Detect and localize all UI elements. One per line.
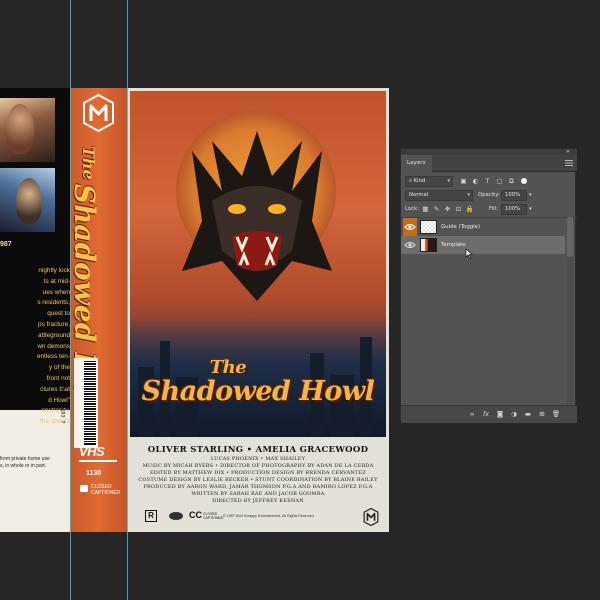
synopsis-line: y of the	[49, 364, 70, 372]
front-title: The Shadowed Howl	[127, 357, 389, 408]
fx-icon[interactable]: fx	[481, 409, 491, 419]
group-icon[interactable]: ▬	[523, 409, 533, 419]
cc-badge-label: CLOSED CAPTIONED	[203, 512, 224, 520]
lock-image-icon[interactable]: ✎	[432, 205, 441, 214]
rating-badge: R	[145, 510, 157, 522]
synopsis-line: entless ten-	[36, 353, 70, 361]
guide-line-left[interactable]	[70, 0, 71, 600]
ratings-row: R CC CLOSED CAPTIONED © 1987 Wolf Scrapp…	[145, 510, 370, 524]
fill-field[interactable]: 100%	[501, 204, 527, 215]
synopsis-line: quest to	[47, 310, 70, 318]
tab-layers[interactable]: Layers	[401, 155, 432, 172]
back-still-image-1	[0, 98, 55, 162]
filter-adjustment-icon[interactable]: ◐	[471, 177, 480, 186]
synopsis-line: s residents,	[37, 299, 70, 307]
mouse-cursor-icon	[465, 248, 473, 260]
lock-artboard-icon[interactable]: ⊡	[454, 205, 463, 214]
credit-line: EDITED BY MATTHEW DIX • PRODUCTION DESIG…	[149, 470, 367, 476]
blend-row: Normal ▾ Opacity: 100% ▾	[405, 190, 573, 202]
closed-caption-icon	[80, 485, 88, 492]
credit-line: DIRECTED BY JEFFREY KEENAN	[212, 498, 304, 504]
synopsis-line: attleground	[38, 331, 70, 339]
credit-line: COSTUME DESIGN BY LESLIE BECKER • STUNT …	[138, 477, 378, 483]
opacity-dropdown-icon[interactable]: ▾	[529, 190, 532, 201]
trash-icon[interactable]: 🗑	[551, 409, 561, 419]
synopsis-line: wn demons	[37, 342, 70, 350]
back-still-image-2	[0, 168, 55, 232]
mask-icon[interactable]: ◙	[495, 409, 505, 419]
panel-tab-bar: Layers	[401, 155, 577, 172]
closed-caption-label: CLOSED CAPTIONED	[91, 484, 121, 496]
spine: TheShadowed Howl 0 85391 15193 7 VHS 113…	[60, 88, 127, 532]
credit-block: LUCAS PHOENIX • MAX SHAILEY MUSIC BY MIC…	[127, 456, 389, 505]
opacity-label: Opacity:	[478, 192, 500, 198]
studio-logo-icon	[83, 94, 114, 132]
vhs-underline	[79, 460, 117, 462]
werewolf-illustration	[182, 131, 332, 301]
lock-position-icon[interactable]: ✥	[443, 205, 452, 214]
legal-line: s, in whole or in part.	[0, 463, 47, 469]
layer-row-guide[interactable]: Guide (Toggle)	[401, 218, 565, 236]
adjustment-icon[interactable]: ◑	[509, 409, 519, 419]
back-year: 987	[0, 241, 12, 248]
studio-logo-small-icon	[363, 508, 379, 526]
link-layers-icon[interactable]: ∞	[467, 409, 477, 419]
layer-name-template[interactable]: Template	[441, 236, 466, 254]
catalog-number: 1130	[86, 470, 102, 477]
guide-line-right[interactable]	[127, 0, 128, 600]
lock-label: Lock:	[405, 206, 419, 212]
credit-line: WRITTEN BY SARAH RAE AND JACOB GOOMBA	[191, 491, 325, 497]
credit-line: MUSIC BY MICAH BYERS • DIRECTOR OF PHOTO…	[142, 463, 374, 469]
scrollbar-thumb[interactable]	[567, 217, 573, 257]
legal-line: from private home use	[0, 456, 50, 462]
filter-pixel-icon[interactable]: ▣	[459, 177, 468, 186]
layer-name-guide[interactable]: Guide (Toggle)	[441, 218, 480, 236]
visibility-eye-icon[interactable]	[404, 239, 416, 251]
filter-type-icon[interactable]: T	[483, 177, 492, 186]
layer-thumbnail-guide	[420, 220, 437, 234]
panel-collapse-icon[interactable]: »	[566, 148, 570, 155]
spine-title-the: The	[79, 146, 98, 180]
lock-transparent-icon[interactable]: ▦	[421, 205, 430, 214]
panel-bottom-toolbar: ∞ fx ◙ ◑ ▬ ⊞ 🗑	[401, 405, 577, 423]
layer-row-template[interactable]: Template	[401, 236, 565, 254]
filter-kind-select[interactable]: ⌕ Kind ▾	[405, 176, 453, 187]
synopsis-line: ts at mid-	[43, 277, 70, 285]
filter-toggle-icon[interactable]	[521, 178, 527, 184]
synopsis-line: nightly lock	[38, 267, 70, 274]
cast-line-2: LUCAS PHOENIX • MAX SHAILEY	[210, 456, 306, 462]
blend-mode-select[interactable]: Normal ▾	[405, 190, 473, 201]
cast-line: OLIVER STARLING • AMELIA GRACEWOOD	[147, 445, 369, 455]
panel-menu-icon[interactable]	[565, 160, 573, 166]
fill-dropdown-icon[interactable]: ▾	[529, 204, 532, 215]
back-cover: 987 nightly lock ts at mid-ues when s resi…	[0, 88, 70, 532]
front-cover: The Shadowed Howl OLIVER STARLING • AMEL…	[127, 88, 389, 532]
credit-line: PRODUCED BY AARON WARD, JAMAR THOMSON P.…	[143, 484, 373, 490]
lock-all-icon[interactable]: 🔒	[465, 205, 474, 214]
front-title-main: Shadowed Howl	[141, 376, 375, 407]
copyright-notice: © 1987 Wolf Scrappy Entertainment. All R…	[223, 514, 315, 518]
cc-badge: CC	[189, 510, 202, 520]
synopsis-line: ues when	[42, 288, 70, 296]
synopsis-line: ps fracture,	[38, 320, 70, 328]
back-legal-text: from private home use s, in whole or in p…	[0, 456, 70, 470]
barcode: 0 85391 15193 7	[60, 358, 98, 448]
filter-shape-icon[interactable]: ▢	[495, 177, 504, 186]
front-title-the: The	[209, 357, 247, 378]
vhs-logo: VHS	[79, 444, 105, 459]
layers-panel[interactable]: » Layers ⌕ Kind ▾ ▣ ◐ T ▢ ⧉ Normal ▾ Opaci…	[400, 148, 577, 423]
layer-thumbnail-template	[420, 238, 437, 252]
dolby-logo-icon	[169, 512, 183, 520]
filter-smart-object-icon[interactable]: ⧉	[507, 177, 516, 186]
new-layer-icon[interactable]: ⊞	[537, 409, 547, 419]
filter-row: ⌕ Kind ▾ ▣ ◐ T ▢ ⧉	[405, 176, 573, 188]
lock-row: Lock: ▦ ✎ ✥ ⊡ 🔒 Fill: 100% ▾	[405, 204, 573, 216]
fill-label: Fill:	[489, 206, 498, 212]
opacity-field[interactable]: 100%	[501, 190, 527, 201]
visibility-eye-icon[interactable]	[404, 221, 416, 233]
barcode-digits: 0 85391 15193 7	[59, 378, 66, 424]
layers-scrollbar[interactable]	[567, 217, 573, 407]
